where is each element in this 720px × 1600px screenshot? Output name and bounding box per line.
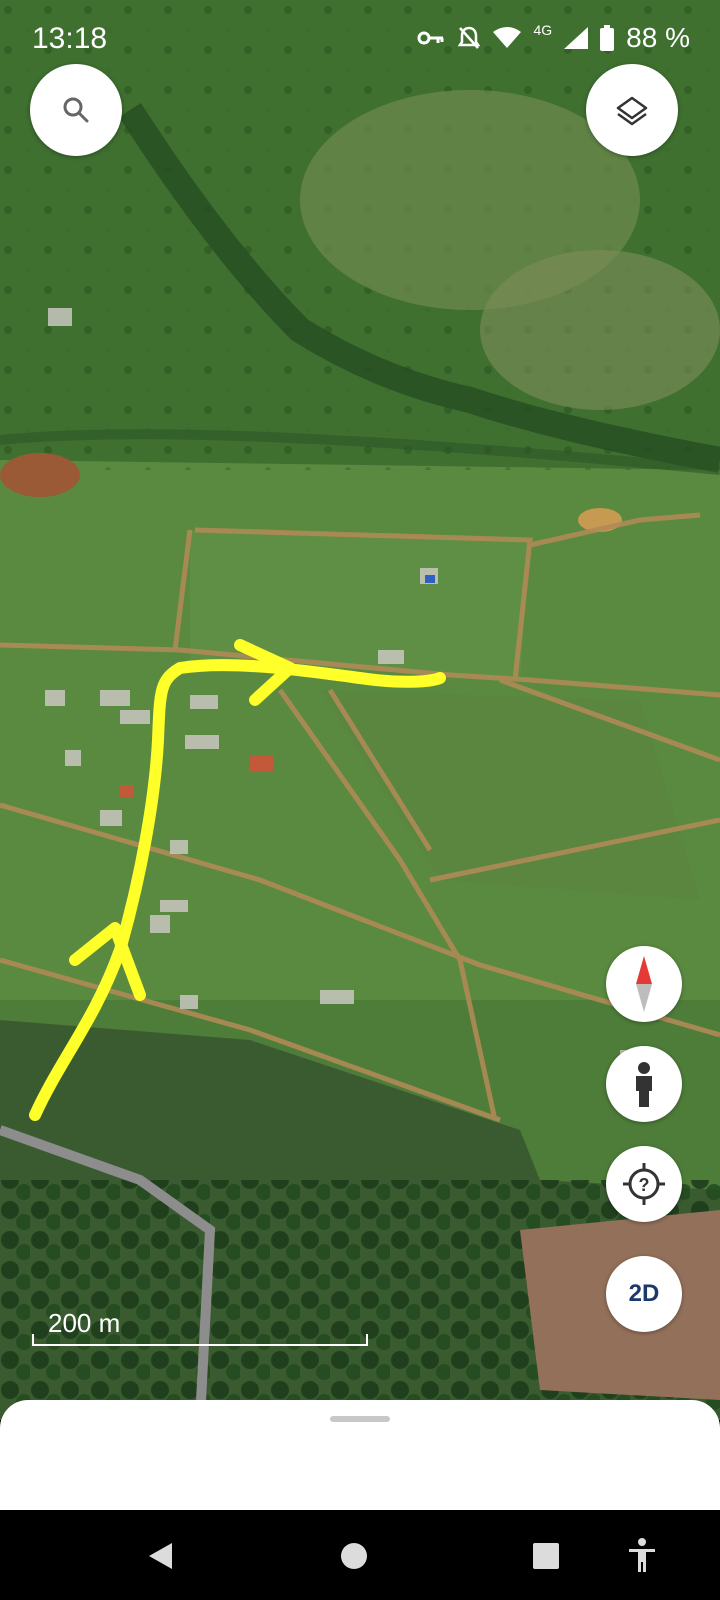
street-view-button[interactable] [606,1046,682,1122]
satellite-map[interactable] [0,0,720,1420]
view-mode-2d-button[interactable]: 2D [606,1256,682,1332]
status-bar: 13:18 4G 88 % [0,0,720,70]
battery-level: 88 % [626,22,690,53]
search-icon [63,97,89,123]
key-icon [417,31,444,45]
search-button[interactable] [30,64,122,156]
clock: 13:18 [32,22,108,55]
home-icon [341,1543,367,1569]
sheet-drag-handle[interactable] [330,1416,390,1422]
bell-off-icon [458,26,481,49]
status-icons: 4G 88 % [417,22,690,54]
wifi-icon [493,27,522,48]
home-button[interactable] [334,1538,374,1574]
location-help-icon: ? [623,1163,665,1205]
accessibility-icon [629,1538,655,1572]
compass-button[interactable] [606,946,682,1022]
system-nav-bar [0,1510,720,1600]
back-icon [149,1543,172,1569]
scale-bar [32,1334,368,1346]
battery-icon [600,25,615,51]
signal-icon [564,27,589,49]
network-type: 4G [533,22,553,38]
back-button[interactable] [140,1538,180,1574]
accessibility-button[interactable] [622,1538,662,1574]
layers-icon [616,96,648,126]
recents-button[interactable] [526,1538,566,1574]
map-scale: 200 m [32,1308,370,1346]
location-help-button[interactable]: ? [606,1146,682,1222]
layers-button[interactable] [586,64,678,156]
compass-icon [636,956,652,1012]
recents-icon [533,1543,559,1569]
svg-text:?: ? [639,1175,650,1195]
map-imagery [0,0,720,1420]
bottom-sheet[interactable] [0,1400,720,1510]
pegman-icon [636,1062,652,1107]
